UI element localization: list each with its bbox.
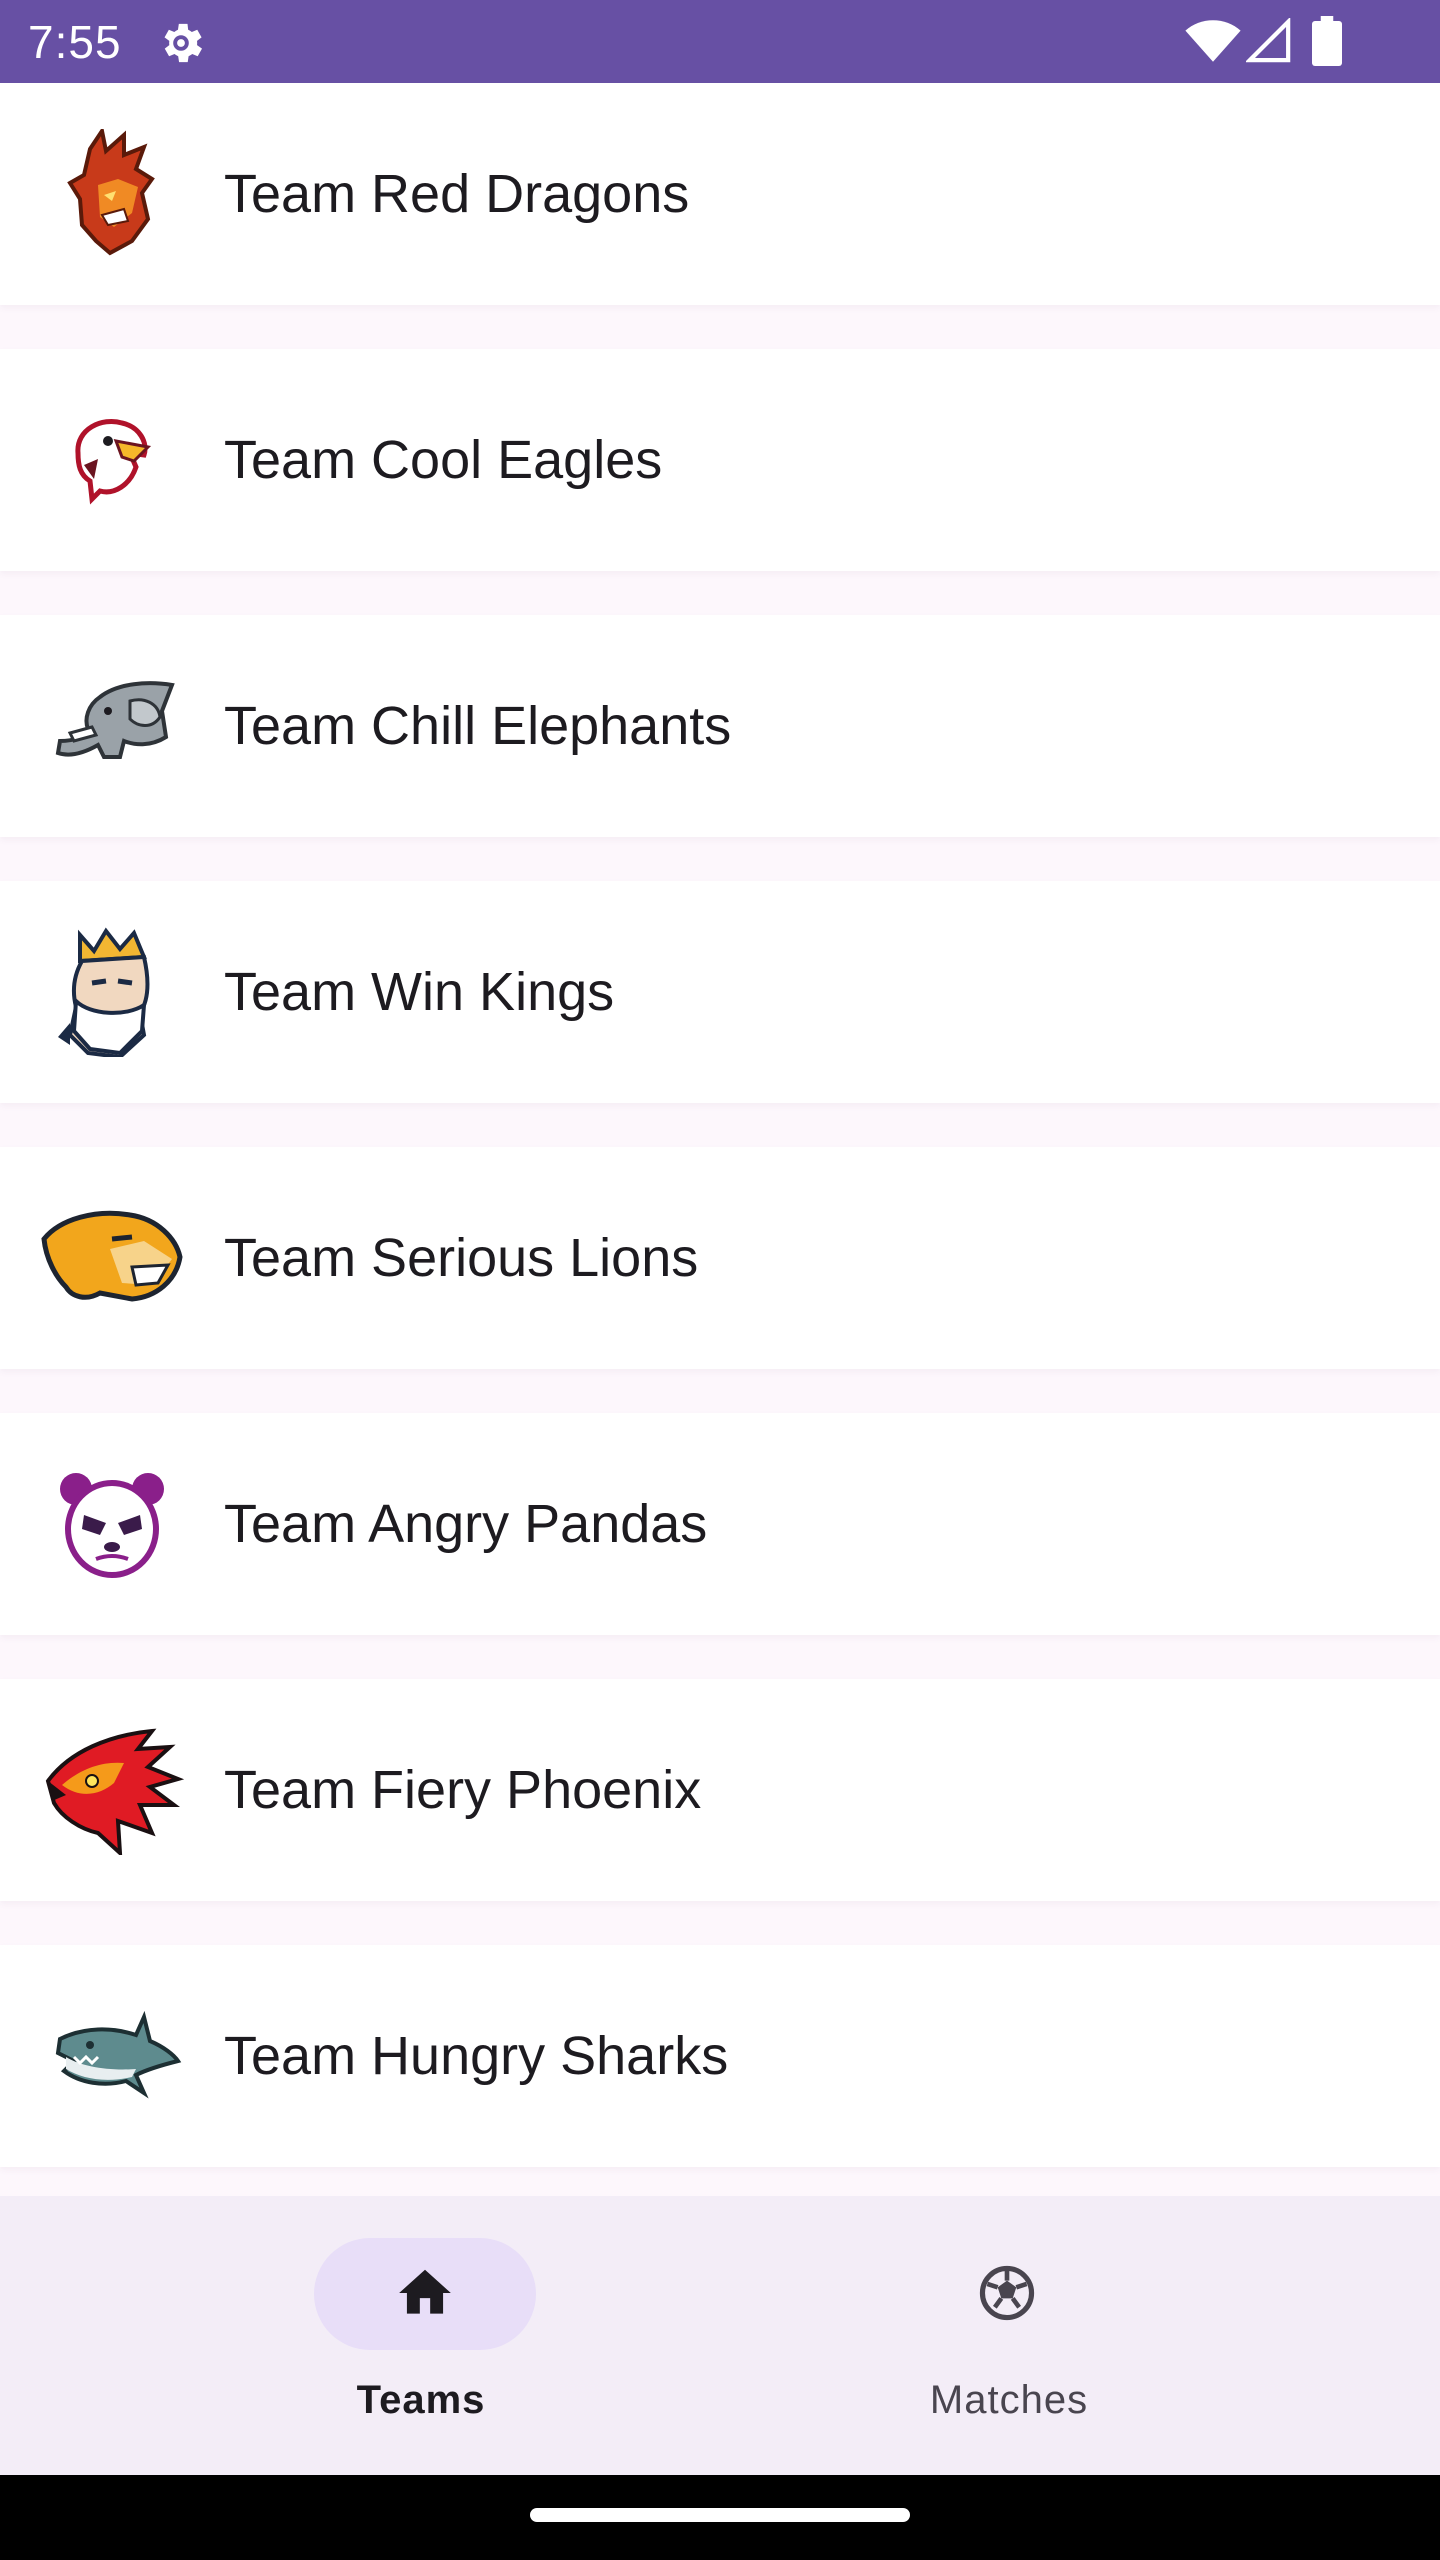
elephant-logo [40, 661, 184, 791]
team-row-chill-elephants[interactable]: Team Chill Elephants [0, 615, 1440, 837]
team-name: Team Hungry Sharks [224, 2026, 729, 2086]
team-name: Team Angry Pandas [224, 1494, 708, 1554]
home-icon [399, 2269, 451, 2314]
soccer-ball-icon [979, 2265, 1035, 2321]
red-dragon-logo [40, 129, 184, 259]
status-time: 7:55 [28, 16, 122, 68]
team-row-win-kings[interactable]: Team Win Kings [0, 881, 1440, 1103]
lion-logo [40, 1193, 184, 1323]
nav-item-matches[interactable]: Matches [588, 2196, 1308, 2475]
team-list[interactable]: Team Red Dragons Team Cool Eagles Team C… [0, 83, 1440, 2196]
phoenix-logo [40, 1725, 184, 1855]
team-row-angry-pandas[interactable]: Team Angry Pandas [0, 1413, 1440, 1635]
team-row-fiery-phoenix[interactable]: Team Fiery Phoenix [0, 1679, 1440, 1901]
team-row-serious-lions[interactable]: Team Serious Lions [0, 1147, 1440, 1369]
nav-label-matches: Matches [929, 2378, 1089, 2422]
team-name: Team Fiery Phoenix [224, 1760, 702, 1820]
team-row-cool-eagles[interactable]: Team Cool Eagles [0, 349, 1440, 571]
team-name: Team Cool Eagles [224, 430, 663, 490]
team-name: Team Red Dragons [224, 164, 690, 224]
home-gesture-handle[interactable] [530, 2508, 910, 2522]
shark-logo [40, 1991, 184, 2121]
king-logo [40, 927, 184, 1057]
status-bar: 7:55 [0, 0, 1440, 83]
eagle-logo [40, 395, 184, 525]
wifi-icon [1185, 20, 1241, 62]
team-name: Team Chill Elephants [224, 696, 732, 756]
settings-gear-icon [164, 23, 203, 63]
team-name: Team Serious Lions [224, 1228, 699, 1288]
cell-signal-icon [1246, 18, 1291, 63]
bottom-navigation: Teams Matches [0, 2196, 1440, 2475]
system-gesture-bar [0, 2475, 1440, 2560]
battery-icon [1312, 16, 1342, 66]
panda-logo [40, 1459, 184, 1589]
team-name: Team Win Kings [224, 962, 615, 1022]
team-row-red-dragons[interactable]: Team Red Dragons [0, 83, 1440, 305]
team-row-hungry-sharks[interactable]: Team Hungry Sharks [0, 1945, 1440, 2167]
